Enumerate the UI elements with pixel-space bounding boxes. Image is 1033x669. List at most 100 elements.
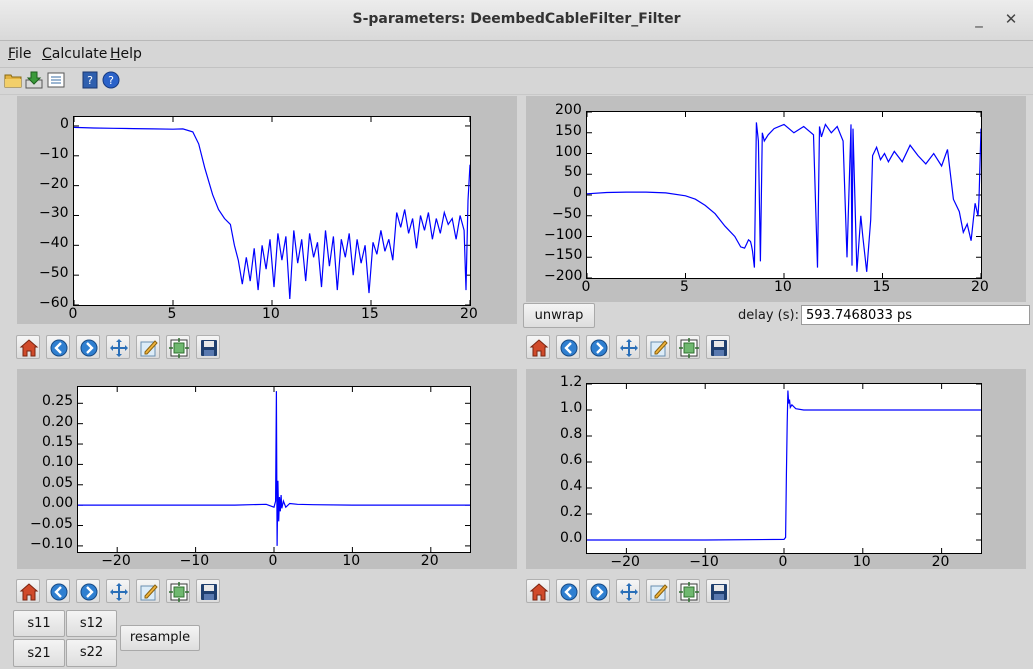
x-tick-label: 10: [262, 306, 280, 322]
y-tick-label: −200: [544, 268, 583, 284]
phase-plot[interactable]: [586, 111, 982, 279]
edit-axis-icon: [650, 340, 668, 357]
edit-axis-button[interactable]: [646, 335, 670, 359]
delay-field[interactable]: [801, 305, 1030, 325]
pan-button[interactable]: [106, 335, 130, 359]
home-button[interactable]: [526, 335, 550, 359]
y-tick-label: 50: [564, 164, 582, 181]
menu-help[interactable]: Help: [110, 46, 142, 62]
x-tick-label: −10: [179, 553, 210, 569]
y-tick-label: −40: [39, 235, 69, 252]
configure-subplots-button[interactable]: [676, 579, 700, 603]
back-icon: [560, 339, 578, 357]
forward-icon: [80, 583, 98, 601]
forward-button[interactable]: [76, 579, 100, 603]
forward-icon: [80, 339, 98, 357]
pan-button[interactable]: [616, 335, 640, 359]
pan-button[interactable]: [106, 579, 130, 603]
edit-axis-icon: [140, 584, 158, 601]
close-button[interactable]: ✕: [1000, 8, 1022, 30]
edit-axis-button[interactable]: [136, 335, 160, 359]
y-tick-label: −0.10: [30, 535, 73, 552]
forward-button[interactable]: [586, 579, 610, 603]
configure-subplots-button[interactable]: [166, 579, 190, 603]
x-tick-label: −10: [689, 554, 719, 570]
edit-axis-button[interactable]: [646, 579, 670, 603]
save-download-icon[interactable]: [25, 71, 43, 89]
minimize-button[interactable]: _: [968, 8, 990, 30]
edit-axis-icon: [140, 340, 158, 357]
home-button[interactable]: [526, 579, 550, 603]
menu-file[interactable]: File: [8, 46, 31, 62]
s22-button[interactable]: s22: [66, 639, 117, 667]
forward-button[interactable]: [586, 335, 610, 359]
step-plot[interactable]: [586, 383, 982, 554]
home-button[interactable]: [16, 335, 40, 359]
y-tick-label: −0.05: [30, 515, 73, 532]
x-tick-label: 15: [872, 279, 891, 295]
x-tick-label: −20: [610, 554, 640, 570]
y-tick-label: 0.20: [42, 413, 74, 430]
back-button[interactable]: [46, 579, 70, 603]
save-figure-button[interactable]: [706, 335, 730, 359]
forward-button[interactable]: [76, 335, 100, 359]
unwrap-button[interactable]: unwrap: [523, 303, 595, 328]
x-tick-label: 0: [68, 306, 78, 322]
save-figure-button[interactable]: [196, 579, 220, 603]
pan-icon: [620, 339, 638, 357]
y-tick-label: −20: [39, 175, 69, 192]
x-tick-label: 5: [167, 306, 177, 322]
s11-button[interactable]: s11: [13, 610, 65, 637]
pan-icon: [110, 339, 128, 357]
back-button[interactable]: [46, 335, 70, 359]
configure-subplots-icon: [169, 582, 189, 602]
save-figure-icon: [711, 340, 727, 356]
back-button[interactable]: [556, 579, 580, 603]
x-tick-label: 10: [852, 554, 871, 570]
home-icon: [529, 339, 549, 357]
pan-button[interactable]: [616, 579, 640, 603]
phase-series-line: [587, 122, 981, 272]
svg-text:?: ?: [108, 74, 114, 87]
configure-subplots-button[interactable]: [166, 335, 190, 359]
configure-subplots-icon: [679, 582, 699, 602]
y-tick-label: −50: [39, 265, 69, 282]
y-tick-label: −60: [39, 295, 69, 311]
y-tick-label: 0.8: [560, 426, 583, 442]
save-figure-button[interactable]: [196, 335, 220, 359]
phase-nav-toolbar: [526, 335, 746, 361]
pan-icon: [620, 583, 638, 601]
home-button[interactable]: [16, 579, 40, 603]
impulse_response-series-line: [78, 391, 470, 546]
forward-icon: [590, 583, 608, 601]
pan-icon: [110, 583, 128, 601]
magnitude-plot[interactable]: [73, 116, 471, 306]
y-tick-label: 0.10: [42, 454, 74, 471]
y-tick-label: −30: [39, 205, 69, 222]
magnitude-series-line: [74, 126, 470, 300]
menu-calculate[interactable]: Calculate: [42, 46, 107, 62]
open-folder-icon[interactable]: [4, 71, 22, 89]
x-tick-label: 0: [778, 554, 788, 570]
window-titlebar[interactable]: S-parameters: DeembedCableFilter_Filter …: [0, 0, 1033, 41]
y-tick-label: 100: [555, 143, 582, 160]
list-icon[interactable]: [47, 71, 65, 89]
edit-axis-button[interactable]: [136, 579, 160, 603]
s12-button[interactable]: s12: [66, 610, 117, 637]
resample-button[interactable]: resample: [120, 625, 200, 651]
y-tick-label: 0.0: [560, 530, 583, 546]
help-book-icon[interactable]: ?: [81, 71, 99, 89]
configure-subplots-button[interactable]: [676, 335, 700, 359]
s21-button[interactable]: s21: [13, 639, 65, 667]
step_response-svg: [587, 384, 981, 553]
impulse-plot[interactable]: [77, 386, 471, 553]
x-tick-label: 20: [971, 279, 989, 295]
help-circle-icon[interactable]: ?: [102, 71, 120, 89]
impulse-nav-toolbar: [16, 579, 236, 605]
save-figure-button[interactable]: [706, 579, 730, 603]
back-button[interactable]: [556, 335, 580, 359]
configure-subplots-icon: [169, 338, 189, 358]
phase-svg: [587, 112, 981, 278]
home-icon: [19, 339, 39, 357]
y-tick-label: −10: [39, 145, 69, 162]
